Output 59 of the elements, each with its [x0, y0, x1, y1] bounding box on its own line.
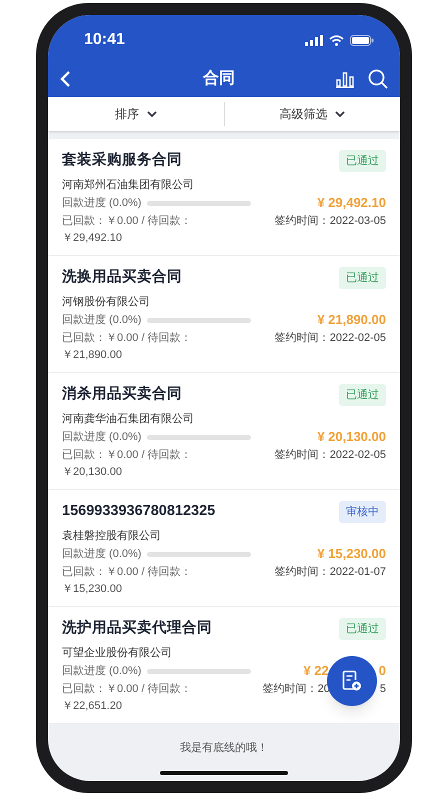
pending-amount: ￥15,230.00 [62, 582, 123, 597]
end-of-list-text: 我是有底线的哦！ [180, 740, 268, 756]
payment-text: 已回款：￥0.00 / 待回款： [62, 682, 192, 697]
contract-card[interactable]: 套装采购服务合同 已通过 河南郑州石油集团有限公司 回款进度 (0.0%) ¥ 29,492.10 已回款：￥0.00 / 待回款： 签约时间：2022-03-05 ￥29,492.10 [48, 139, 400, 256]
back-icon[interactable] [60, 70, 72, 88]
pending-amount: ￥20,130.00 [62, 465, 123, 480]
payment-text: 已回款：￥0.00 / 待回款： [62, 564, 192, 580]
progress-label: 回款进度 (0.0%) [62, 664, 142, 679]
amount-text: ¥ 21,890.00 [317, 311, 386, 330]
progress-label: 回款进度 (0.0%) [62, 312, 142, 328]
filter-dropdown[interactable]: 排序 [114, 105, 157, 123]
document-add-icon [342, 670, 362, 692]
pending-amount: ￥21,890.00 [62, 348, 123, 363]
status-time: 10:41 [84, 30, 125, 50]
contract-title: 1569933936780812325 [62, 502, 216, 522]
bar-chart-icon[interactable] [336, 70, 354, 88]
company-name: 河南郑州石油集团有限公司 [62, 178, 195, 193]
payment-text: 已回款：￥0.00 / 待回款： [62, 448, 192, 463]
amount-text: ¥ 20,130.00 [317, 428, 386, 446]
payment-text: 已回款：￥0.00 / 待回款： [62, 330, 192, 346]
sign-date: 5 [380, 682, 386, 697]
contract-card[interactable]: 消杀用品买卖合同 已通过 河南龚华油石集团有限公司 回款进度 (0.0%) ¥ 20,130.00 已回款：￥0.00 / 待回款： 签约时间：2022-02-05 ￥20,130.00 [48, 373, 400, 490]
progress-label: 回款进度 (0.0%) [62, 196, 142, 211]
search-icon[interactable] [368, 69, 388, 89]
filter-dropdown[interactable]: 高级筛选 [279, 105, 346, 123]
signal-icon [305, 34, 323, 46]
amount-text: ¥ 15,230.00 [317, 545, 386, 564]
payment-text: 已回款：￥0.00 / 待回款： [62, 214, 192, 229]
pending-amount: ￥22,651.20 [62, 699, 123, 714]
company-name: 袁桂磐控股有限公司 [62, 529, 162, 544]
contract-title: 洗换用品买卖合同 [62, 268, 182, 288]
company-name: 河南龚华油石集团有限公司 [62, 412, 195, 427]
amount-text: 0 [378, 662, 386, 680]
contract-card[interactable]: 1569933936780812325 审核中 袁桂磐控股有限公司 回款进度 (0.0%) ¥ 15,230.00 已回款：￥0.00 / 待回款： 签约时间：2022-01-07 ￥15,230.00 [48, 490, 400, 607]
status-badge: 已通过 [339, 384, 386, 406]
pending-amount: ￥29,492.10 [62, 231, 123, 246]
chevron-down-icon [335, 110, 346, 118]
sign-date: 签约时间：2022-02-05 [274, 448, 386, 463]
amount-text: ¥ 22 [303, 662, 329, 680]
company-name: 可望企业股份有限公司 [62, 646, 173, 661]
contract-card[interactable]: 洗换用品买卖合同 已通过 河钢股份有限公司 回款进度 (0.0%) ¥ 21,890.00 已回款：￥0.00 / 待回款： 签约时间：2022-02-05 ￥21,890.00 [48, 256, 400, 373]
amount-text: ¥ 29,492.10 [317, 194, 386, 212]
status-badge: 审核中 [339, 500, 386, 524]
chevron-down-icon [146, 110, 157, 118]
status-badge: 已通过 [339, 618, 386, 640]
contract-title: 套装采购服务合同 [62, 150, 182, 170]
battery-icon [350, 34, 374, 46]
page-title: 合同 [203, 68, 235, 89]
sign-date: 签约时间：2022-01-07 [274, 564, 386, 580]
contract-title: 消杀用品买卖合同 [62, 384, 182, 404]
progress-label: 回款进度 (0.0%) [62, 430, 142, 445]
status-badge: 已通过 [339, 150, 386, 172]
progress-label: 回款进度 (0.0%) [62, 546, 142, 562]
sign-date: 签约时间：2022-02-05 [274, 330, 386, 346]
contract-title: 洗护用品买卖代理合同 [62, 618, 212, 638]
sign-date: 签约时间：2022-03-05 [274, 214, 386, 229]
company-name: 河钢股份有限公司 [62, 295, 151, 310]
wifi-icon [329, 34, 344, 46]
status-badge: 已通过 [339, 266, 386, 290]
